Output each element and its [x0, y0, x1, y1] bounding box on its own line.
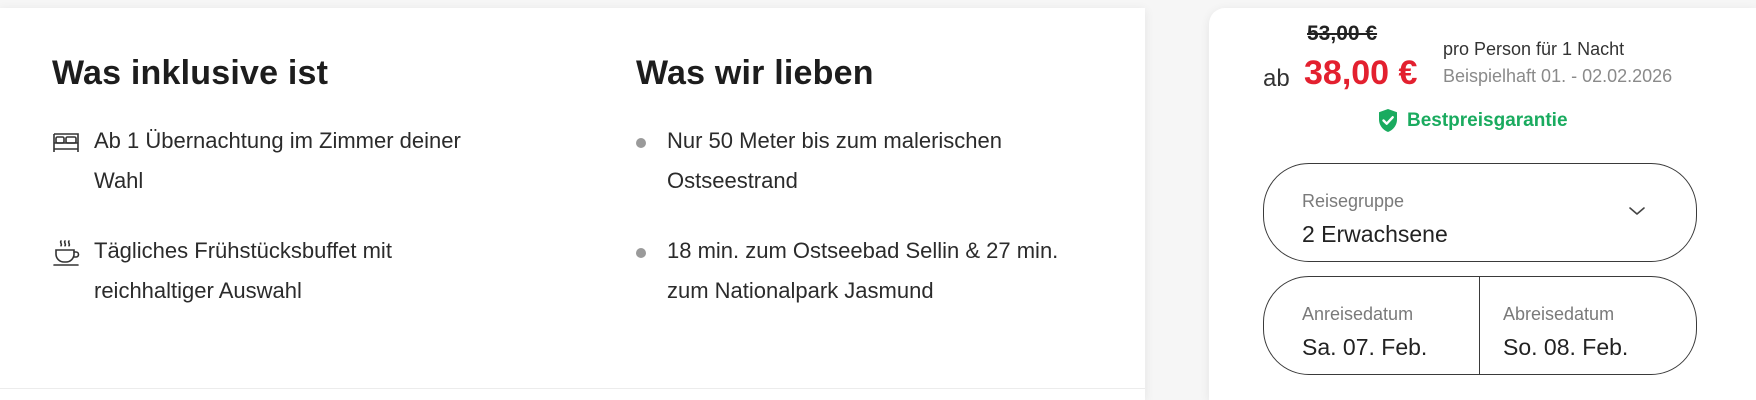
- list-item: Tägliches Frühstücksbuffet mit reichhalt…: [52, 231, 512, 311]
- included-heading: Was inklusive ist: [52, 54, 329, 92]
- date-divider: [1479, 277, 1480, 374]
- date-range-picker: Anreisedatum Sa. 07. Feb. Abreisedatum S…: [1263, 276, 1697, 375]
- departure-label: Abreisedatum: [1503, 304, 1615, 324]
- arrival-value: Sa. 07. Feb.: [1302, 334, 1428, 360]
- travel-group-select[interactable]: Reisegruppe 2 Erwachsene: [1263, 163, 1697, 262]
- list-item: Nur 50 Meter bis zum malerischen Ostsees…: [636, 121, 1096, 201]
- love-list: Nur 50 Meter bis zum malerischen Ostsees…: [636, 121, 1096, 311]
- price-unit: pro Person für 1 Nacht: [1443, 39, 1625, 59]
- list-item: Ab 1 Übernachtung im Zimmer deiner Wahl: [52, 121, 512, 201]
- price-prefix: ab: [1263, 65, 1290, 92]
- best-price-guarantee: Bestpreisgarantie: [1377, 108, 1568, 133]
- arrival-label: Anreisedatum: [1302, 304, 1414, 324]
- shield-check-icon: [1377, 108, 1399, 133]
- guarantee-label: Bestpreisgarantie: [1407, 109, 1568, 131]
- coffee-cup-icon: [52, 239, 80, 266]
- offer-details-card: Was inklusive ist Ab 1 Übernachtung im Z…: [0, 8, 1145, 400]
- booking-card: 53,00 € ab 38,00 € pro Person für 1 Nach…: [1209, 8, 1756, 400]
- included-item-text: Tägliches Frühstücksbuffet mit reichhalt…: [94, 238, 392, 303]
- love-heading: Was wir lieben: [636, 54, 874, 92]
- current-price: 38,00 €: [1304, 54, 1418, 92]
- list-item: 18 min. zum Ostseebad Sellin & 27 min. z…: [636, 231, 1096, 311]
- bullet-icon: [636, 138, 646, 148]
- page: Was inklusive ist Ab 1 Übernachtung im Z…: [0, 0, 1756, 400]
- departure-value: So. 08. Feb.: [1503, 334, 1629, 360]
- love-item-text: Nur 50 Meter bis zum malerischen Ostsees…: [667, 128, 1003, 193]
- travel-group-value: 2 Erwachsene: [1302, 221, 1448, 247]
- love-item-text: 18 min. zum Ostseebad Sellin & 27 min. z…: [667, 238, 1059, 303]
- love-section: Was wir lieben Nur 50 Meter bis zum male…: [636, 54, 1096, 341]
- old-price: 53,00 €: [1307, 22, 1378, 45]
- chevron-down-icon: [1628, 204, 1646, 216]
- included-section: Was inklusive ist Ab 1 Übernachtung im Z…: [52, 54, 512, 341]
- bed-icon: [52, 129, 80, 155]
- section-divider: [0, 388, 1145, 389]
- included-list: Ab 1 Übernachtung im Zimmer deiner Wahl …: [52, 121, 512, 311]
- travel-group-label: Reisegruppe: [1302, 191, 1405, 211]
- bullet-icon: [636, 248, 646, 258]
- included-item-text: Ab 1 Übernachtung im Zimmer deiner Wahl: [94, 128, 461, 193]
- price-example-date: Beispielhaft 01. - 02.02.2026: [1443, 66, 1673, 86]
